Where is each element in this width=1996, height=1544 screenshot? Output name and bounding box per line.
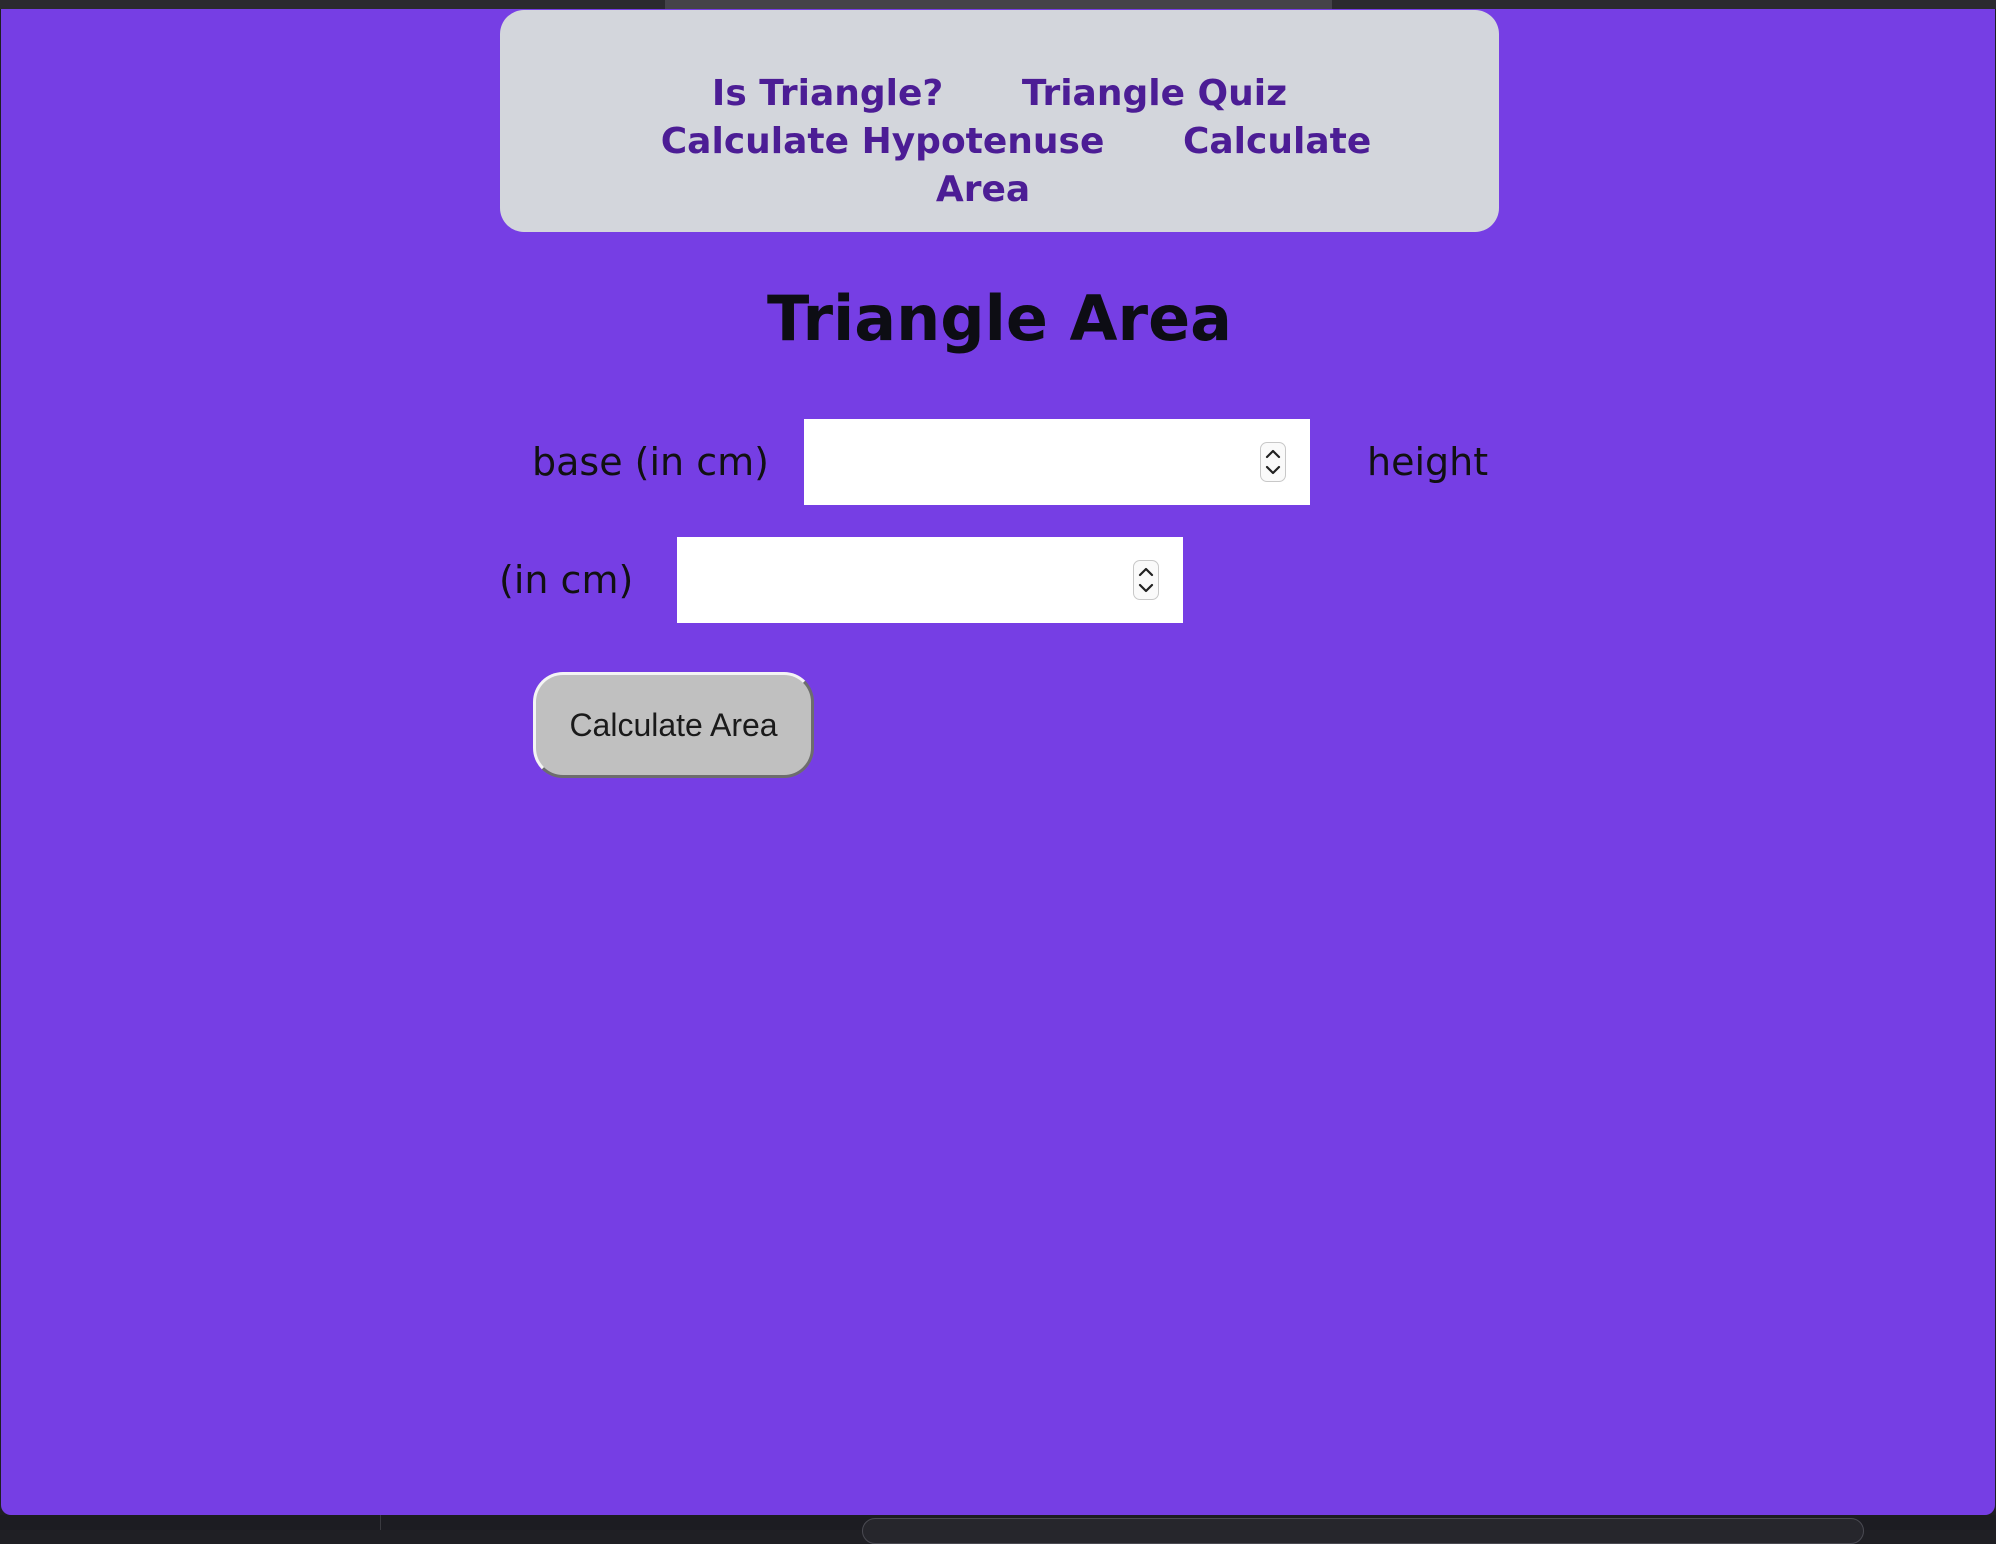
base-input[interactable]: [804, 419, 1310, 505]
height-unit-label: (in cm): [499, 558, 634, 602]
page-title: Triangle Area: [767, 282, 1232, 355]
chevron-up-icon[interactable]: [1138, 567, 1154, 577]
bottom-divider: [380, 1515, 381, 1530]
chevron-up-icon[interactable]: [1265, 449, 1281, 459]
chevron-down-icon[interactable]: [1138, 583, 1154, 593]
height-label: height: [1367, 440, 1489, 484]
base-label: base (in cm): [532, 440, 769, 484]
browser-tab-strip: [665, 0, 1332, 9]
bottom-address-pill: [862, 1518, 1864, 1544]
nav-link-triangle-quiz[interactable]: Triangle Quiz: [1022, 73, 1287, 114]
nav-link-is-triangle[interactable]: Is Triangle?: [712, 73, 943, 114]
nav-link-calculate-hypotenuse[interactable]: Calculate Hypotenuse: [661, 121, 1105, 162]
height-spinner[interactable]: [1133, 560, 1159, 600]
base-spinner[interactable]: [1260, 442, 1286, 482]
browser-top-bar: [0, 0, 1996, 9]
nav-bar: Is Triangle? Triangle Quiz Calculate Hyp…: [500, 10, 1499, 232]
chevron-down-icon[interactable]: [1265, 465, 1281, 475]
height-input[interactable]: [677, 537, 1183, 623]
calculate-area-button[interactable]: Calculate Area: [533, 672, 814, 778]
page-viewport: Is Triangle? Triangle Quiz Calculate Hyp…: [1, 9, 1995, 1515]
